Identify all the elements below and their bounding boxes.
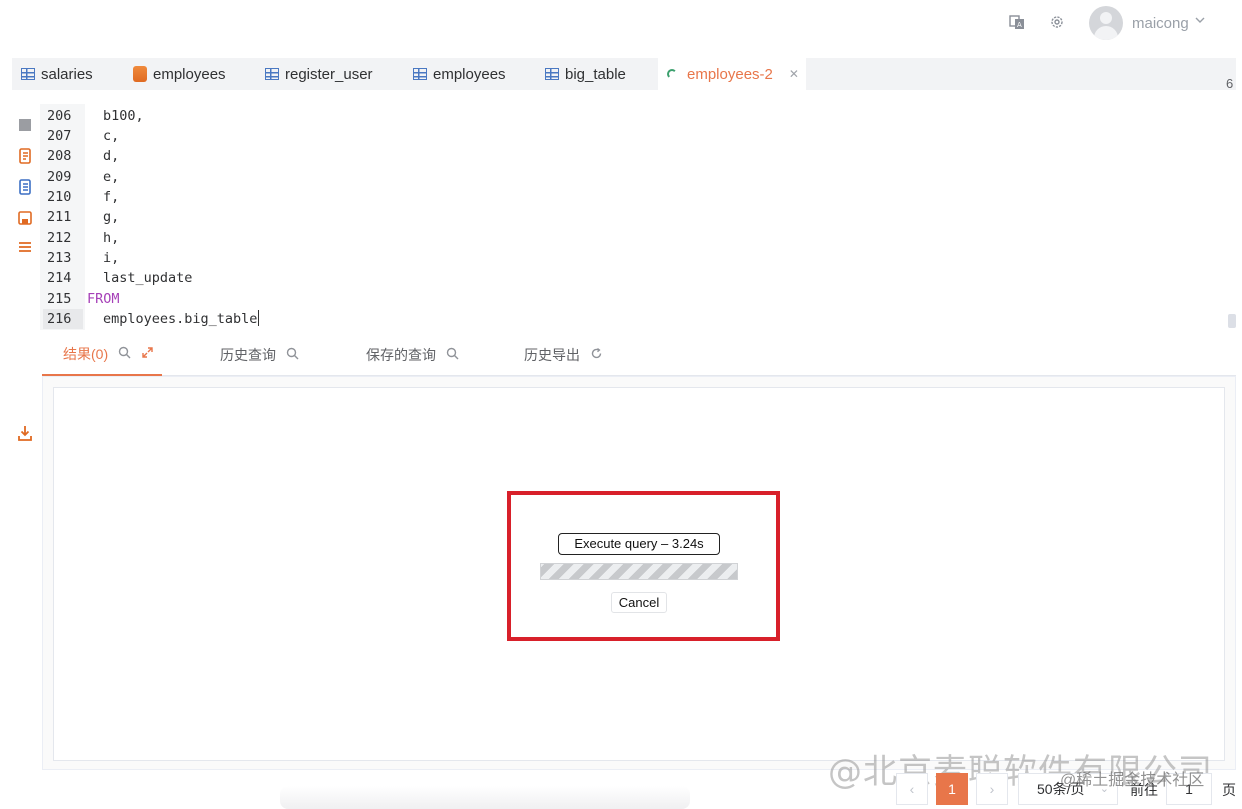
tab-label: big_table bbox=[565, 65, 626, 83]
tab-results[interactable]: 结果(0) bbox=[42, 334, 162, 376]
tab-saved-queries[interactable]: 保存的查询 bbox=[366, 334, 459, 376]
close-icon[interactable]: ✕ bbox=[789, 67, 799, 81]
tab-label: salaries bbox=[41, 65, 93, 83]
prev-page-button[interactable]: ‹ bbox=[896, 773, 928, 805]
result-tabs: 结果(0) 历史查询 保存的查询 历史导出 bbox=[42, 334, 1236, 376]
table-icon bbox=[21, 68, 35, 80]
search-icon[interactable] bbox=[286, 347, 299, 363]
page-number[interactable]: 1 bbox=[936, 773, 968, 805]
tab-count: 6 bbox=[1226, 76, 1234, 91]
tab-label: register_user bbox=[285, 65, 373, 83]
search-icon[interactable] bbox=[118, 346, 131, 362]
table-icon bbox=[413, 68, 427, 80]
tab-salaries[interactable]: salaries bbox=[12, 58, 122, 90]
avatar[interactable] bbox=[1089, 6, 1123, 40]
username[interactable]: maicong bbox=[1132, 15, 1189, 32]
tab-label: employees bbox=[153, 65, 226, 83]
svg-text:A: A bbox=[1017, 21, 1022, 29]
bottom-blur bbox=[280, 786, 690, 809]
download-icon[interactable] bbox=[17, 425, 33, 441]
tab-query-history[interactable]: 历史查询 bbox=[220, 334, 299, 376]
list-icon[interactable] bbox=[17, 240, 33, 256]
expand-icon[interactable] bbox=[141, 346, 154, 362]
execute-status: Execute query – 3.24s bbox=[558, 533, 720, 555]
editor-scrollbar[interactable] bbox=[1228, 314, 1236, 328]
table-icon bbox=[265, 68, 279, 80]
watermark-sub: @稀土掘金技术社区 bbox=[1060, 772, 1205, 789]
tab-register-user[interactable]: register_user bbox=[256, 58, 402, 90]
tab-export-history[interactable]: 历史导出 bbox=[524, 334, 603, 376]
page-suffix: 页 bbox=[1222, 782, 1236, 798]
format-icon[interactable] bbox=[17, 148, 33, 164]
loading-icon bbox=[667, 69, 677, 79]
translate-icon[interactable]: A bbox=[1008, 14, 1026, 32]
tab-employees-db[interactable]: employees bbox=[124, 58, 254, 90]
tab-big-table[interactable]: big_table bbox=[536, 58, 656, 90]
chevron-down-icon[interactable] bbox=[1194, 14, 1206, 29]
top-bar: A maicong bbox=[0, 0, 1242, 48]
tab-label: employees bbox=[433, 65, 506, 83]
stop-icon[interactable] bbox=[17, 117, 33, 133]
cancel-button[interactable]: Cancel bbox=[611, 592, 667, 613]
progress-bar bbox=[540, 563, 738, 580]
next-page-button[interactable]: › bbox=[976, 773, 1008, 805]
notebook-icon[interactable] bbox=[17, 179, 33, 195]
editor-tab-strip: salaries employees register_user employe… bbox=[12, 58, 1236, 90]
save-icon[interactable] bbox=[17, 210, 33, 226]
gear-icon[interactable] bbox=[1048, 14, 1066, 32]
search-icon[interactable] bbox=[446, 347, 459, 363]
tab-employees-2[interactable]: employees-2 ✕ bbox=[658, 58, 806, 90]
refresh-icon[interactable] bbox=[590, 347, 603, 363]
tab-label: employees-2 bbox=[687, 65, 773, 83]
table-icon bbox=[545, 68, 559, 80]
sql-editor[interactable]: 206 b100, 207 c, 208 d, 209 e, 210 f, 211 g, 2… bbox=[40, 104, 1236, 330]
database-icon bbox=[133, 66, 147, 82]
tab-employees[interactable]: employees bbox=[404, 58, 534, 90]
